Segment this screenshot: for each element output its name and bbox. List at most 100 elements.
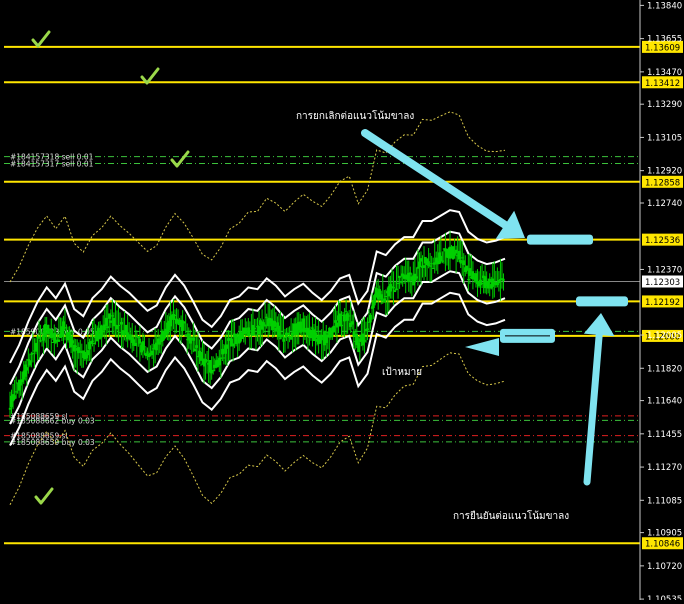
candle-body (415, 276, 418, 279)
candle-body (37, 337, 41, 339)
candle-body (428, 265, 432, 267)
candle-body (346, 313, 349, 321)
candle-body (251, 324, 255, 336)
candle-body (439, 255, 443, 262)
candle-body (279, 337, 282, 340)
candle-body (141, 341, 145, 351)
candle-body (416, 266, 420, 269)
candle-body (384, 296, 388, 298)
candle-body (491, 278, 494, 287)
candle-body (143, 346, 146, 348)
candle-body (299, 321, 302, 333)
candle-body (273, 321, 276, 327)
candle-body (184, 334, 187, 337)
candle-body (311, 327, 314, 329)
candle-body (467, 278, 470, 280)
candle-body (222, 357, 226, 359)
candle-body (146, 351, 149, 353)
candle-body (91, 340, 94, 342)
candle-body (14, 391, 18, 393)
candle-body (474, 273, 478, 283)
candle-body (219, 357, 223, 359)
candle-body (8, 407, 12, 410)
candle-body (257, 325, 261, 335)
tick-label: 1.10535 (647, 595, 682, 600)
candle-body (430, 263, 433, 265)
level-tag-label: 1.12192 (645, 298, 680, 308)
candle-body (225, 344, 229, 349)
candle-body (465, 265, 469, 271)
annotation-cancel-downtrend: การยกเลิกต่อแนวโน้มขาลง (296, 109, 414, 122)
level-tag-label: 1.10846 (645, 540, 680, 550)
candle-body (282, 338, 285, 342)
candle-body (462, 260, 465, 265)
candle-body (195, 345, 198, 348)
candle-body (363, 340, 366, 342)
candle-body (123, 334, 126, 336)
order-label: #185088659 buy 0.03 (10, 438, 95, 447)
candle-body (231, 343, 235, 347)
candle-body (86, 350, 90, 356)
candle-body (192, 337, 195, 341)
candle-body (137, 336, 140, 339)
candle-body (248, 330, 252, 332)
candle-body (120, 322, 123, 325)
candle-body (169, 316, 172, 327)
tick-label: 1.11085 (647, 496, 682, 506)
candle-body (101, 330, 105, 333)
candle-body (144, 353, 148, 357)
candle-body (383, 298, 386, 303)
level-tag-label: 1.12536 (645, 236, 680, 246)
current-price-label: 1.12303 (645, 278, 680, 288)
candle-body (254, 334, 258, 336)
candle-body (117, 325, 120, 327)
candle-body (71, 340, 74, 344)
tick-label: 1.13470 (647, 68, 682, 78)
tick-label: 1.12370 (647, 265, 682, 275)
tick-label: 1.13655 (647, 35, 682, 45)
candle-body (105, 317, 108, 326)
annotation-target: เป้าหมาย (382, 366, 422, 378)
candle-body (302, 318, 305, 333)
candle-body (138, 338, 142, 344)
candle-body (280, 334, 284, 338)
tick-label: 1.11455 (647, 430, 682, 440)
candle-body (488, 278, 491, 283)
candle-body (106, 326, 109, 329)
candle-body (189, 337, 192, 344)
candle-body (409, 272, 412, 275)
candle-body (335, 322, 339, 328)
candle-body (34, 342, 38, 352)
candle-body (244, 327, 247, 334)
candle-body (28, 360, 32, 366)
candle-body (21, 379, 24, 383)
candle-body (496, 283, 499, 285)
candle-body (357, 342, 360, 352)
candle-body (150, 350, 154, 356)
level-tag-label: 1.13609 (645, 43, 680, 53)
candle-body (57, 339, 61, 342)
candle-body (289, 337, 293, 340)
candle-body (25, 367, 29, 371)
candle-body (398, 275, 401, 278)
candle-body (334, 320, 337, 323)
candle-body (396, 283, 400, 285)
candle-body (50, 329, 53, 339)
candle-body (502, 278, 505, 281)
candle-body (459, 260, 462, 264)
candle-body (422, 265, 426, 268)
candle-body (115, 325, 119, 330)
candle-body (309, 329, 313, 339)
candle-body (340, 324, 343, 327)
candle-body (62, 321, 65, 330)
candle-body (24, 364, 27, 377)
price-chart[interactable]: #184157318 sell 0.01#184157317 sell 0.01… (0, 0, 684, 604)
candle-body (63, 327, 67, 329)
candle-body (205, 360, 209, 362)
candle-body (134, 342, 137, 347)
candle-body (454, 249, 458, 254)
tick-label: 1.13105 (647, 133, 682, 143)
candle-body (109, 320, 113, 323)
tick-label: 1.12920 (647, 167, 682, 177)
tick-label: 1.12005 (647, 331, 682, 341)
